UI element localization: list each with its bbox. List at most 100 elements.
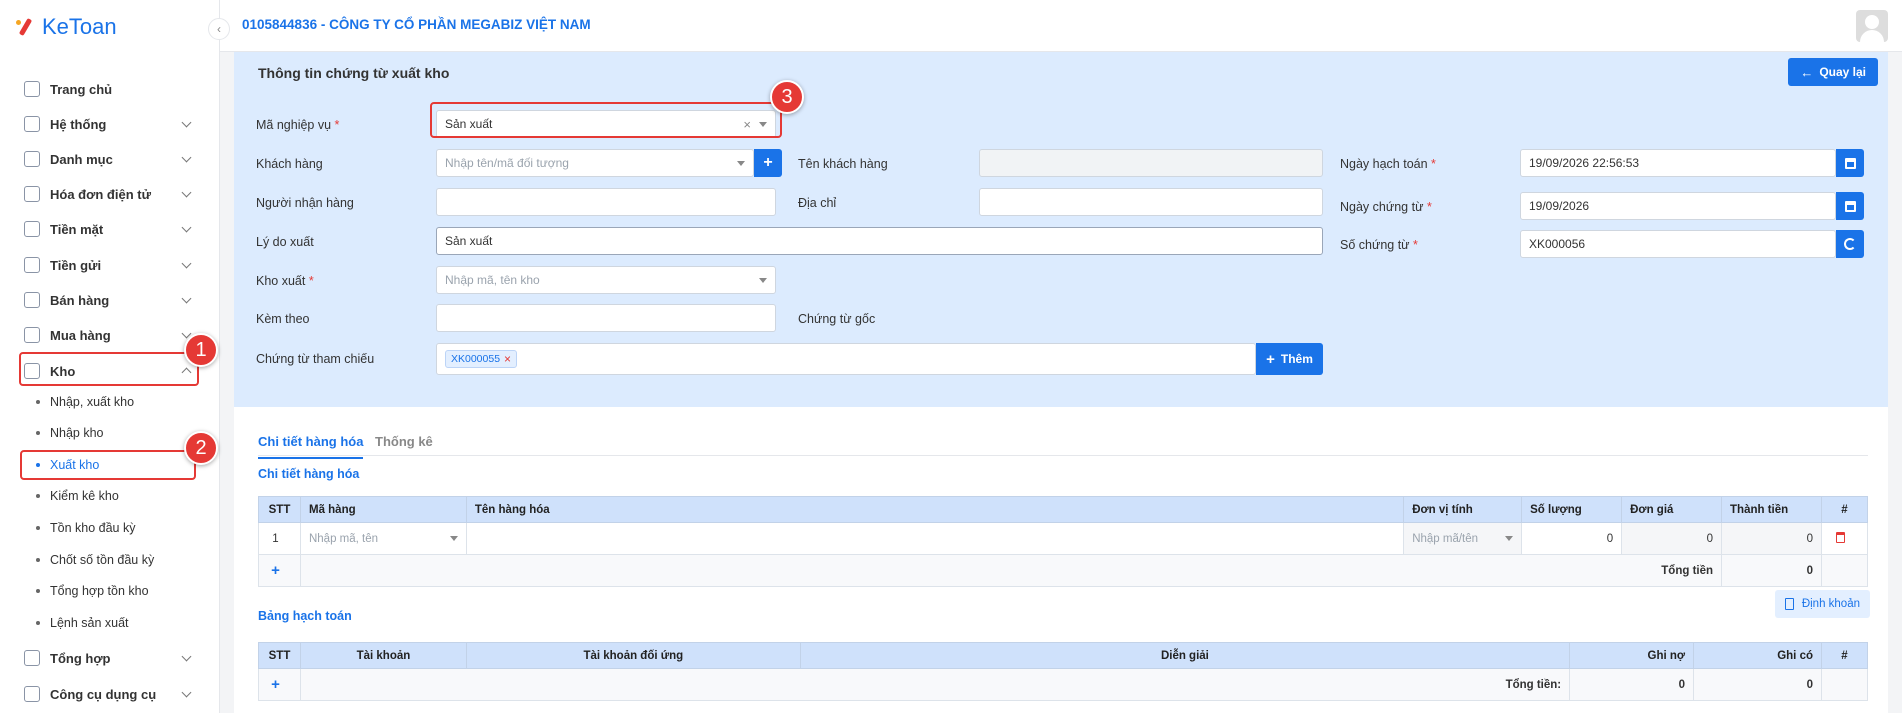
col-stt: STT (258, 642, 301, 669)
sidebar-item-trang-chu[interactable]: Trang chủ (0, 72, 220, 106)
ten-khach-hang-input[interactable] (979, 149, 1323, 177)
sidebar-item-tien-gui[interactable]: Tiền gửi (0, 248, 220, 282)
ngay-chung-tu-input[interactable]: 19/09/2026 (1520, 192, 1836, 220)
chevron-down-icon (181, 152, 192, 163)
kho-xuat-label: Kho xuất * (256, 274, 314, 288)
ngay-chung-tu-calendar-button[interactable] (1836, 192, 1864, 220)
col-action: # (1820, 642, 1869, 669)
so-chung-tu-label: Số chứng từ * (1340, 238, 1418, 252)
goods-table-header: STT Mã hàng Tên hàng hóa Đơn vị tính Số … (258, 496, 1869, 523)
col-tai-khoan: Tài khoản (299, 642, 467, 669)
trash-icon (1835, 531, 1845, 543)
col-so-luong: Số lượng (1521, 496, 1623, 523)
sidebar-sub-lenh-san-xuat[interactable]: Lệnh sản xuất (0, 609, 220, 637)
accounting-section-title: Bảng hạch toán (258, 609, 352, 623)
ngay-chung-tu-label: Ngày chứng từ * (1340, 200, 1432, 214)
sidebar-item-hoa-don[interactable]: Hóa đơn điện tử (0, 177, 220, 211)
chevron-down-icon (181, 222, 192, 233)
ngay-hach-toan-calendar-button[interactable] (1836, 149, 1864, 177)
ly-do-xuat-input[interactable]: Sản xuất (436, 227, 1323, 255)
empty-cell (1820, 668, 1869, 701)
back-button[interactable]: ← Quay lại (1788, 58, 1878, 86)
khach-hang-select[interactable]: Nhập tên/mã đối tượng (436, 149, 754, 177)
tools-icon (24, 686, 40, 702)
dia-chi-input[interactable] (979, 188, 1323, 216)
add-customer-button[interactable]: + (754, 149, 782, 177)
accounting-total-credit: 0 (1693, 668, 1822, 701)
delete-row-button[interactable] (1820, 522, 1869, 555)
chevron-down-icon (181, 117, 192, 128)
col-thanh-tien: Thành tiền (1721, 496, 1822, 523)
goods-table: STT Mã hàng Tên hàng hóa Đơn vị tính Số … (258, 496, 1869, 587)
annotation-box-3 (430, 102, 782, 138)
sidebar-item-cong-cu[interactable]: Công cụ dụng cụ (0, 677, 220, 711)
caret-down-icon (737, 161, 745, 166)
sidebar-item-danh-muc[interactable]: Danh mục (0, 142, 220, 176)
don-gia-input[interactable]: 0 (1621, 522, 1723, 555)
ly-do-xuat-label: Lý do xuất (256, 235, 314, 249)
sidebar-sub-nhap-xuat-kho[interactable]: Nhập, xuất kho (0, 388, 220, 416)
col-ma-hang: Mã hàng (299, 496, 467, 523)
caret-down-icon (759, 278, 767, 283)
dia-chi-label: Địa chỉ (798, 196, 837, 210)
logo-text: KeToan (42, 14, 117, 39)
arrow-left-icon: ← (1800, 64, 1814, 80)
regenerate-number-button[interactable] (1836, 230, 1864, 258)
invoice-icon (24, 186, 40, 202)
accounting-total-label: Tổng tiền: (299, 668, 1571, 701)
ngay-hach-toan-input[interactable]: 19/09/2026 22:56:53 (1520, 149, 1836, 177)
refresh-icon (1844, 238, 1856, 250)
app-logo[interactable]: KeToan (14, 12, 117, 42)
col-tai-khoan-doi-ung: Tài khoản đối ứng (465, 642, 801, 669)
annotation-badge-3: 3 (770, 80, 804, 114)
user-avatar[interactable] (1856, 10, 1888, 42)
bullet-icon (36, 589, 40, 593)
so-chung-tu-input[interactable]: XK000056 (1520, 230, 1836, 258)
home-icon (24, 81, 40, 97)
sidebar-item-he-thong[interactable]: Hệ thống (0, 107, 220, 141)
kem-theo-label: Kèm theo (256, 312, 310, 326)
sidebar-item-tong-hop[interactable]: Tổng hợp (0, 641, 220, 675)
top-header: 0105844836 - CÔNG TY CỔ PHẦN MEGABIZ VIỆ… (220, 0, 1902, 52)
tab-thong-ke[interactable]: Thống kê (375, 434, 433, 457)
so-luong-input[interactable]: 0 (1521, 522, 1623, 555)
sidebar-collapse-button[interactable]: ‹ (208, 18, 230, 40)
caret-down-icon (1505, 535, 1514, 541)
chevron-down-icon (181, 293, 192, 304)
add-accounting-row-button[interactable]: + (258, 668, 301, 701)
sidebar-sub-chot-so-ton[interactable]: Chốt số tồn đầu kỳ (0, 546, 220, 574)
nguoi-nhan-hang-label: Người nhận hàng (256, 196, 354, 210)
define-entry-button[interactable]: Định khoản (1774, 590, 1870, 618)
thanh-tien-value: 0 (1721, 522, 1822, 555)
chung-tu-goc-label: Chứng từ gốc (798, 312, 876, 326)
gear-icon (24, 116, 40, 132)
ten-hang-input[interactable] (465, 522, 1405, 555)
bullet-icon (36, 526, 40, 530)
sidebar-sub-tong-hop-ton-kho[interactable]: Tổng hợp tồn kho (0, 577, 220, 605)
ma-hang-select[interactable]: Nhập mã, tên (299, 522, 467, 555)
kem-theo-input[interactable] (436, 304, 776, 332)
chevron-down-icon (181, 651, 192, 662)
caret-down-icon (449, 535, 458, 541)
col-ghi-co: Ghi có (1693, 642, 1822, 669)
kho-xuat-select[interactable]: Nhập mã, tên kho (436, 266, 776, 294)
form-title: Thông tin chứng từ xuất kho (258, 65, 450, 81)
sidebar-sub-ton-kho-dau-ky[interactable]: Tồn kho đầu kỳ (0, 514, 220, 542)
add-reference-button[interactable]: + Thêm (1256, 343, 1323, 375)
goods-total-value: 0 (1721, 554, 1822, 587)
col-don-gia: Đơn giá (1621, 496, 1723, 523)
chevron-left-icon: ‹ (217, 22, 221, 36)
calculator-icon (1784, 598, 1794, 610)
sidebar-sub-kiem-ke-kho[interactable]: Kiểm kê kho (0, 482, 220, 510)
accounting-table: STT Tài khoản Tài khoản đối ứng Diễn giả… (258, 642, 1869, 701)
chung-tu-tham-chieu-input[interactable]: XK000055 × (436, 343, 1256, 375)
add-goods-row-button[interactable]: + (258, 554, 301, 587)
tabs-divider (258, 455, 1868, 456)
remove-tag-icon[interactable]: × (504, 352, 511, 366)
sidebar-item-tien-mat[interactable]: Tiền mặt (0, 212, 220, 246)
nguoi-nhan-hang-input[interactable] (436, 188, 776, 216)
sidebar-item-ban-hang[interactable]: Bán hàng (0, 283, 220, 317)
bullet-icon (36, 621, 40, 625)
dvt-select[interactable]: Nhập mã/tên (1403, 522, 1523, 555)
annotation-badge-2: 2 (184, 431, 218, 465)
